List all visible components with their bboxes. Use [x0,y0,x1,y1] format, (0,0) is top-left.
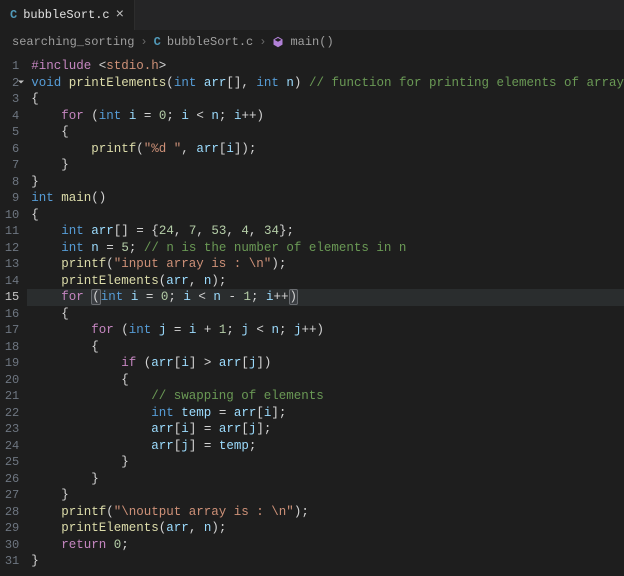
code-line[interactable]: for (int j = i + 1; j < n; j++) [27,322,624,339]
code-line[interactable]: } [27,454,624,471]
code-line[interactable]: if (arr[i] > arr[j]) [27,355,624,372]
line-number: 8 [0,174,19,191]
fold-chevron-icon[interactable] [15,76,27,88]
code-line[interactable]: { [27,306,624,323]
symbol-method-icon [272,36,284,48]
code-line[interactable]: } [27,174,624,191]
code-line[interactable]: { [27,339,624,356]
code-line[interactable]: arr[j] = temp; [27,438,624,455]
code-area[interactable]: #include <stdio.h>void printElements(int… [27,54,624,576]
code-line[interactable]: printf("\noutput array is : \n"); [27,504,624,521]
line-number: 5 [0,124,19,141]
code-line[interactable]: void printElements(int arr[], int n) // … [27,75,624,92]
c-file-icon: C [154,35,161,49]
code-line[interactable]: } [27,487,624,504]
code-line[interactable]: } [27,471,624,488]
chevron-right-icon: › [140,35,147,49]
line-number: 23 [0,421,19,438]
code-line[interactable]: { [27,91,624,108]
line-number: 28 [0,504,19,521]
line-number: 17 [0,322,19,339]
line-number: 21 [0,388,19,405]
tab-bar: C bubbleSort.c × [0,0,624,30]
code-line[interactable]: printf("input array is : \n"); [27,256,624,273]
tab-label: bubbleSort.c [23,8,109,22]
line-number: 26 [0,471,19,488]
c-file-icon: C [10,8,17,22]
code-line[interactable]: printElements(arr, n); [27,520,624,537]
breadcrumb-symbol[interactable]: main() [290,35,333,49]
breadcrumb-file[interactable]: bubbleSort.c [167,35,253,49]
code-line[interactable]: { [27,372,624,389]
line-number: 22 [0,405,19,422]
breadcrumb-folder[interactable]: searching_sorting [12,35,134,49]
line-number: 15 [0,289,19,306]
tab-bubblesort[interactable]: C bubbleSort.c × [0,0,135,30]
code-line[interactable]: return 0; [27,537,624,554]
line-number: 20 [0,372,19,389]
line-number: 3 [0,91,19,108]
code-line[interactable]: int arr[] = {24, 7, 53, 4, 34}; [27,223,624,240]
line-number: 27 [0,487,19,504]
code-line[interactable]: // swapping of elements [27,388,624,405]
code-line[interactable]: printf("%d ", arr[i]); [27,141,624,158]
line-number: 11 [0,223,19,240]
line-number-gutter: 1234567891011121314151617181920212223242… [0,54,27,576]
line-number: 1 [0,58,19,75]
line-number: 4 [0,108,19,125]
line-number: 10 [0,207,19,224]
chevron-right-icon: › [259,35,266,49]
code-editor[interactable]: 1234567891011121314151617181920212223242… [0,54,624,576]
code-line[interactable]: { [27,124,624,141]
line-number: 25 [0,454,19,471]
line-number: 12 [0,240,19,257]
code-line[interactable]: arr[i] = arr[j]; [27,421,624,438]
line-number: 7 [0,157,19,174]
line-number: 16 [0,306,19,323]
line-number: 14 [0,273,19,290]
line-number: 13 [0,256,19,273]
code-line[interactable]: for (int i = 0; i < n; i++) [27,108,624,125]
code-line[interactable]: #include <stdio.h> [27,58,624,75]
code-line[interactable]: } [27,553,624,570]
line-number: 31 [0,553,19,570]
line-number: 9 [0,190,19,207]
breadcrumb[interactable]: searching_sorting › C bubbleSort.c › mai… [0,30,624,54]
line-number: 29 [0,520,19,537]
code-line[interactable]: printElements(arr, n); [27,273,624,290]
code-line[interactable]: { [27,207,624,224]
line-number: 6 [0,141,19,158]
close-icon[interactable]: × [116,8,124,22]
code-line[interactable]: int temp = arr[i]; [27,405,624,422]
code-line[interactable]: int main() [27,190,624,207]
line-number: 24 [0,438,19,455]
code-line[interactable]: int n = 5; // n is the number of element… [27,240,624,257]
line-number: 30 [0,537,19,554]
line-number: 18 [0,339,19,356]
line-number: 19 [0,355,19,372]
code-line[interactable]: } [27,157,624,174]
code-line[interactable]: for (int i = 0; i < n - 1; i++) [27,289,624,306]
